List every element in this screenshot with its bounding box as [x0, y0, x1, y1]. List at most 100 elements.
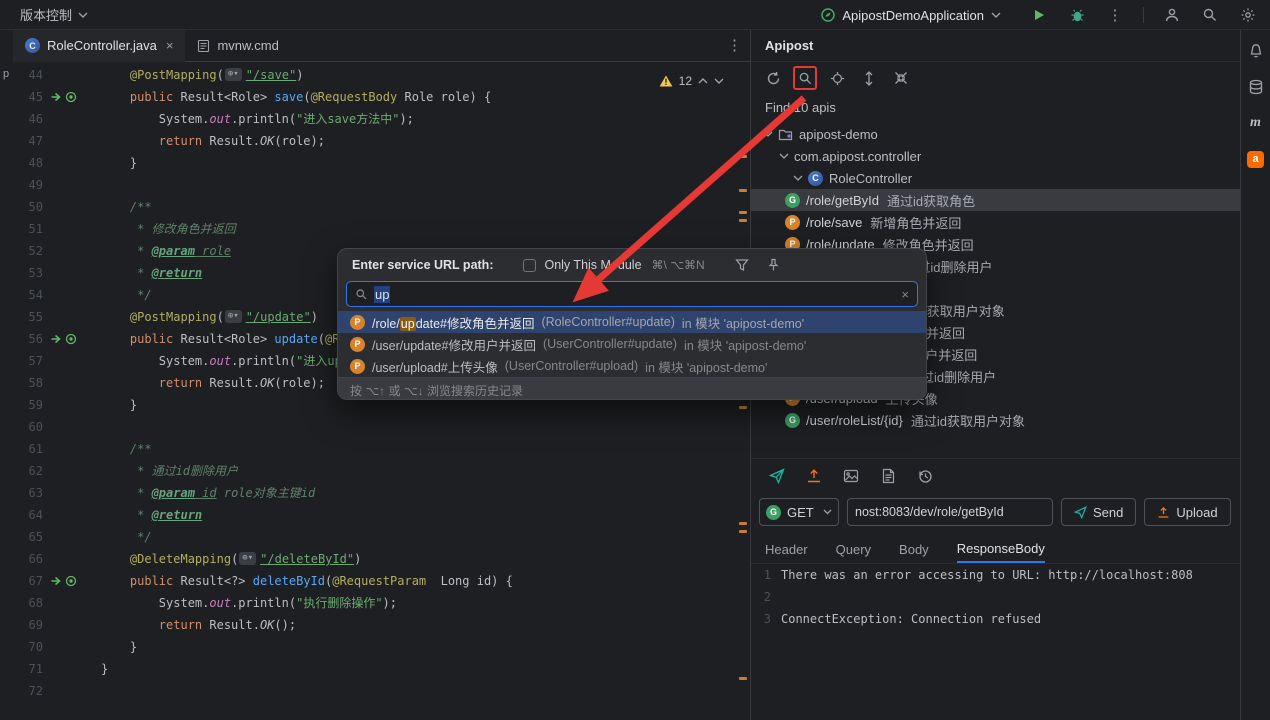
only-this-module-checkbox[interactable]: [523, 258, 537, 272]
post-method-icon: P: [350, 314, 365, 330]
tree-node-class[interactable]: C RoleController: [751, 167, 1240, 189]
upload-api-icon[interactable]: [802, 464, 826, 488]
history-icon[interactable]: [913, 464, 937, 488]
inspections-widget[interactable]: 12: [653, 68, 730, 94]
tab-rolecontroller-java[interactable]: C RoleController.java ×: [13, 29, 186, 62]
gutter-row: 66: [28, 552, 43, 566]
spring-bean-icon: [65, 91, 77, 103]
get-method-icon: G: [785, 192, 800, 208]
tab-responsebody[interactable]: ResponseBody: [956, 536, 1045, 563]
gutter-row: 52: [28, 244, 43, 258]
goto-url-popup: Enter service URL path: Only This Module…: [337, 248, 927, 400]
spring-bean-icon: [65, 333, 77, 345]
more-actions-button[interactable]: ⋮: [1105, 5, 1125, 25]
warning-count: 12: [678, 74, 692, 88]
chevron-down-icon[interactable]: [763, 131, 773, 137]
only-this-module-label[interactable]: Only This Module: [544, 258, 641, 272]
endpoint-inlay-icon[interactable]: ⊕▾: [239, 552, 257, 565]
image-export-icon[interactable]: [839, 464, 863, 488]
response-line: 3 ConnectException: Connection refused: [763, 612, 1042, 626]
api-tree-item[interactable]: P/role/save 新增角色并返回: [751, 211, 1240, 233]
endpoint-inlay-icon[interactable]: ⊕▾: [224, 310, 242, 323]
run-endpoint-gutter[interactable]: [50, 333, 77, 345]
left-tool-strip: p: [0, 30, 13, 720]
gutter-row: 72: [28, 684, 43, 698]
api-tree-item[interactable]: G/user/roleList/{id} 通过id获取用户对象: [751, 409, 1240, 431]
maven-icon[interactable]: m: [1245, 112, 1267, 134]
search-result-item[interactable]: P/user/update#修改用户并返回 (UserController#upd…: [338, 333, 926, 355]
expand-all-icon[interactable]: [857, 66, 881, 90]
send-button[interactable]: Send: [1061, 498, 1137, 526]
tree-node-package[interactable]: com.apipost.controller: [751, 145, 1240, 167]
text-file-icon: [198, 39, 210, 52]
tree-node-module[interactable]: apipost-demo: [751, 123, 1240, 145]
refresh-icon[interactable]: [761, 66, 785, 90]
gutter-row: 62: [28, 464, 43, 478]
tab-query[interactable]: Query: [836, 536, 871, 563]
get-method-icon: G: [766, 504, 781, 520]
search-result-item[interactable]: P/role/update#修改角色并返回 (RoleController#upd…: [338, 311, 926, 333]
post-method-icon: P: [350, 336, 365, 352]
chevron-down-icon[interactable]: [793, 175, 803, 181]
java-class-icon: C: [25, 38, 40, 53]
run-endpoint-gutter[interactable]: [50, 91, 77, 103]
search-icon: [356, 288, 367, 299]
chevron-down-icon[interactable]: [714, 78, 724, 84]
right-tool-strip: m a: [1240, 30, 1270, 720]
run-arrow-icon: [51, 92, 61, 102]
search-result-item[interactable]: P/user/upload#上传头像 (UserController#upload…: [338, 355, 926, 377]
run-arrow-icon: [51, 576, 61, 586]
endpoint-inlay-icon[interactable]: ⊕▾: [224, 68, 242, 81]
run-endpoint-gutter[interactable]: [50, 575, 77, 587]
debug-button[interactable]: [1067, 5, 1087, 25]
settings-gear-icon[interactable]: [1238, 5, 1258, 25]
code-line: @DeleteMapping(⊕▾ "/deleteById"): [129, 552, 362, 566]
search-api-icon[interactable]: [793, 66, 817, 90]
tab-header[interactable]: Header: [765, 536, 808, 563]
url-search-input[interactable]: up ×: [346, 281, 918, 307]
document-icon[interactable]: [876, 464, 900, 488]
locate-api-icon[interactable]: [825, 66, 849, 90]
chevron-down-icon: [78, 12, 88, 18]
gutter-row: 48: [28, 156, 43, 170]
chevron-down-icon: [991, 12, 1001, 18]
gutter-row: 58: [28, 376, 43, 390]
profile-icon[interactable]: [1162, 5, 1182, 25]
gutter-row: 67: [13, 570, 89, 592]
tab-body[interactable]: Body: [899, 536, 929, 563]
gutter-row: 54: [28, 288, 43, 302]
chevron-up-icon[interactable]: [698, 78, 708, 84]
close-tab-icon[interactable]: ×: [166, 38, 174, 53]
gutter-row: 60: [28, 420, 43, 434]
response-body-view[interactable]: 1 There was an error accessing to URL: ht…: [751, 564, 1240, 720]
gutter-row: 64: [28, 508, 43, 522]
run-configuration-selector[interactable]: ApipostDemoApplication: [821, 8, 1001, 23]
tab-options-icon[interactable]: ⋮: [727, 36, 742, 54]
api-tree-item[interactable]: G/role/getById 通过id获取角色: [751, 189, 1240, 211]
code-line: return Result.OK();: [158, 618, 297, 632]
tab-mvnw-cmd[interactable]: mvnw.cmd: [185, 30, 290, 62]
gutter-row: 59: [28, 398, 43, 412]
clear-search-icon[interactable]: ×: [901, 287, 909, 302]
code-line: * @return: [101, 508, 203, 522]
method-select[interactable]: G GET: [759, 498, 839, 526]
vcs-widget[interactable]: 版本控制: [0, 5, 88, 24]
filter-funnel-icon[interactable]: [734, 258, 749, 272]
run-button[interactable]: [1029, 5, 1049, 25]
database-icon[interactable]: [1245, 76, 1267, 98]
apipost-plugin-icon[interactable]: a: [1245, 148, 1267, 170]
request-url-input[interactable]: nost:8083/dev/role/getById: [847, 498, 1053, 526]
code-line: /**: [101, 442, 152, 456]
gutter-row: 56: [13, 328, 89, 350]
code-line: System.out.println("执行删除操作");: [101, 596, 397, 610]
chevron-down-icon[interactable]: [779, 153, 789, 159]
stripe-mark: [739, 211, 747, 214]
pin-icon[interactable]: [767, 258, 780, 272]
send-request-icon[interactable]: [765, 464, 789, 488]
notifications-bell-icon[interactable]: [1245, 40, 1267, 62]
upload-button[interactable]: Upload: [1144, 498, 1231, 526]
search-everywhere-icon[interactable]: [1200, 5, 1220, 25]
collapse-all-icon[interactable]: [889, 66, 913, 90]
gutter-row: 49: [28, 178, 43, 192]
